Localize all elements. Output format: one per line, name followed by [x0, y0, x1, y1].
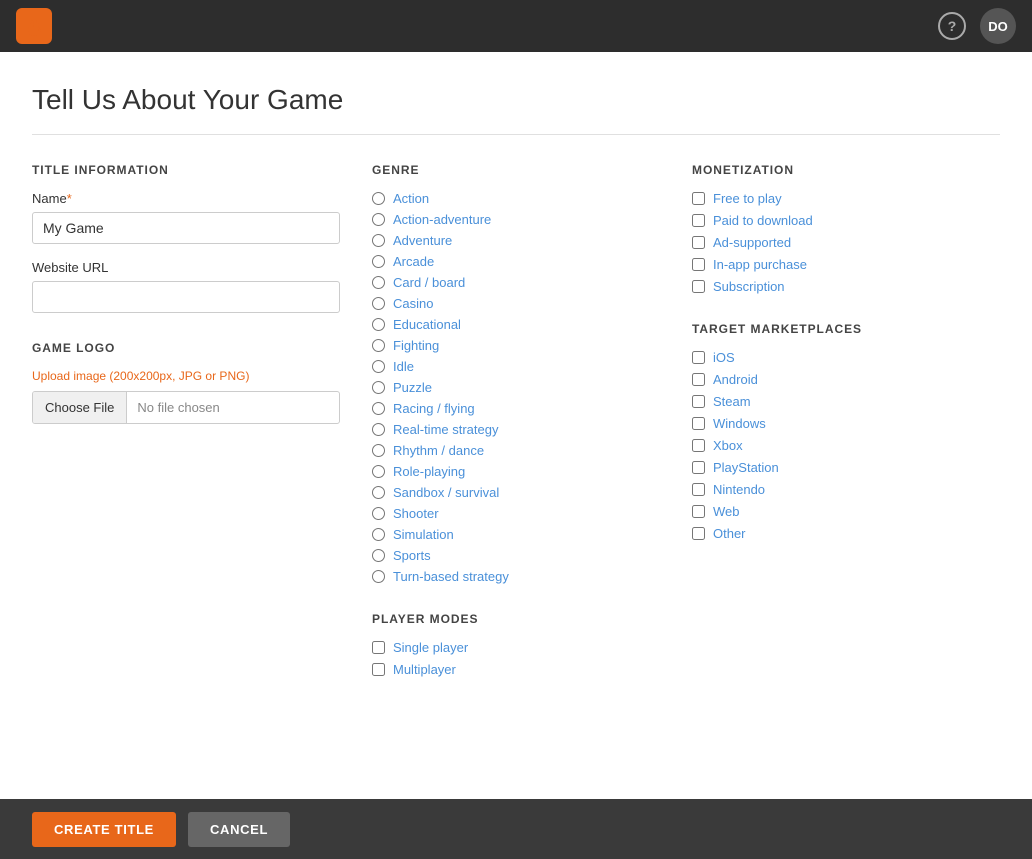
- monetization-item[interactable]: Ad-supported: [692, 235, 1000, 250]
- monetization-item[interactable]: Paid to download: [692, 213, 1000, 228]
- genre-item[interactable]: Casino: [372, 296, 660, 311]
- genre-section-label: GENRE: [372, 163, 660, 177]
- app-logo[interactable]: [16, 8, 52, 44]
- create-title-button[interactable]: CREATE TITLE: [32, 812, 176, 847]
- col-right: MONETIZATION Free to play Paid to downloa…: [692, 163, 1000, 677]
- choose-file-button[interactable]: Choose File: [33, 392, 127, 423]
- name-row: Name*: [32, 191, 340, 244]
- genre-item[interactable]: Action-adventure: [372, 212, 660, 227]
- genre-item[interactable]: Rhythm / dance: [372, 443, 660, 458]
- target-marketplaces-section: TARGET MARKETPLACES iOS Android Steam Windo…: [692, 322, 1000, 541]
- genre-item[interactable]: Arcade: [372, 254, 660, 269]
- avatar[interactable]: DO: [980, 8, 1016, 44]
- game-logo-section: GAME LOGO Upload image (200x200px, JPG o…: [32, 341, 340, 424]
- file-name-display: No file chosen: [127, 392, 229, 423]
- marketplace-item[interactable]: Nintendo: [692, 482, 1000, 497]
- genre-item[interactable]: Idle: [372, 359, 660, 374]
- marketplace-item[interactable]: Web: [692, 504, 1000, 519]
- name-input[interactable]: [32, 212, 340, 244]
- target-marketplaces-section-label: TARGET MARKETPLACES: [692, 322, 1000, 336]
- marketplace-item[interactable]: Other: [692, 526, 1000, 541]
- page-container: Tell Us About Your Game TITLE INFORMATIO…: [0, 52, 1032, 859]
- col-middle: GENRE Action Action-adventure Adventure Arc…: [372, 163, 692, 677]
- marketplace-item[interactable]: Windows: [692, 416, 1000, 431]
- file-input-wrapper: Choose File No file chosen: [32, 391, 340, 424]
- bottom-bar: CREATE TITLE CANCEL: [0, 799, 1032, 859]
- marketplace-item[interactable]: iOS: [692, 350, 1000, 365]
- marketplace-item[interactable]: PlayStation: [692, 460, 1000, 475]
- genre-item[interactable]: Racing / flying: [372, 401, 660, 416]
- genre-item[interactable]: Fighting: [372, 338, 660, 353]
- genre-item[interactable]: Real-time strategy: [372, 422, 660, 437]
- url-row: Website URL: [32, 260, 340, 313]
- marketplace-item[interactable]: Android: [692, 372, 1000, 387]
- topbar-right: ? DO: [938, 8, 1016, 44]
- genre-item[interactable]: Sandbox / survival: [372, 485, 660, 500]
- genre-item[interactable]: Simulation: [372, 527, 660, 542]
- genre-item[interactable]: Puzzle: [372, 380, 660, 395]
- name-label: Name*: [32, 191, 340, 206]
- genre-item[interactable]: Adventure: [372, 233, 660, 248]
- player-mode-item[interactable]: Single player: [372, 640, 660, 655]
- title-info-section-label: TITLE INFORMATION: [32, 163, 340, 177]
- genre-item[interactable]: Role-playing: [372, 464, 660, 479]
- player-modes-section-label: PLAYER MODES: [372, 612, 660, 626]
- page-title: Tell Us About Your Game: [32, 84, 1000, 135]
- genre-item[interactable]: Shooter: [372, 506, 660, 521]
- game-logo-section-label: GAME LOGO: [32, 341, 340, 355]
- monetization-item[interactable]: Subscription: [692, 279, 1000, 294]
- monetization-section-label: MONETIZATION: [692, 163, 1000, 177]
- col-left: TITLE INFORMATION Name* Website URL GAME…: [32, 163, 372, 677]
- player-modes-section: PLAYER MODES Single player Multiplayer: [372, 612, 660, 677]
- monetization-item[interactable]: In-app purchase: [692, 257, 1000, 272]
- genre-item[interactable]: Educational: [372, 317, 660, 332]
- genre-item[interactable]: Sports: [372, 548, 660, 563]
- marketplace-item[interactable]: Steam: [692, 394, 1000, 409]
- monetization-item[interactable]: Free to play: [692, 191, 1000, 206]
- monetization-checkbox-group: Free to play Paid to download Ad-supported…: [692, 191, 1000, 294]
- marketplace-item[interactable]: Xbox: [692, 438, 1000, 453]
- required-asterisk: *: [67, 191, 72, 206]
- genre-item[interactable]: Turn-based strategy: [372, 569, 660, 584]
- topbar: ? DO: [0, 0, 1032, 52]
- player-mode-item[interactable]: Multiplayer: [372, 662, 660, 677]
- cancel-button[interactable]: CANCEL: [188, 812, 290, 847]
- url-label: Website URL: [32, 260, 340, 275]
- player-modes-checkbox-group: Single player Multiplayer: [372, 640, 660, 677]
- genre-item[interactable]: Action: [372, 191, 660, 206]
- help-icon[interactable]: ?: [938, 12, 966, 40]
- target-marketplaces-checkbox-group: iOS Android Steam Windows Xbox PlayStation Nin…: [692, 350, 1000, 541]
- url-input[interactable]: [32, 281, 340, 313]
- form-layout: TITLE INFORMATION Name* Website URL GAME…: [32, 163, 1000, 677]
- upload-hint: Upload image (200x200px, JPG or PNG): [32, 369, 340, 383]
- genre-item[interactable]: Card / board: [372, 275, 660, 290]
- genre-radio-group: Action Action-adventure Adventure Arcade Car…: [372, 191, 660, 584]
